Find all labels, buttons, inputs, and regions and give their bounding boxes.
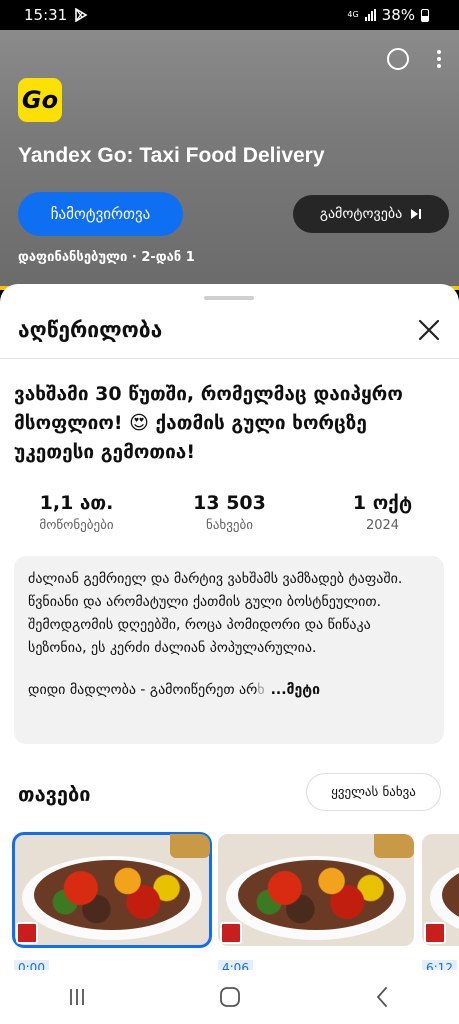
circle-icon[interactable] — [387, 48, 409, 70]
chapter-card[interactable]: 0:00 — [12, 832, 212, 979]
divider — [0, 358, 459, 359]
description-more-row: დიდი მადლობა - გამოიწერეთ არხ ...მეტი — [28, 682, 430, 698]
channel-badge-icon — [16, 922, 38, 944]
views-label: ნახვები — [206, 518, 253, 533]
views-stat: 13 503 ნახვები — [153, 492, 306, 533]
description-box[interactable]: ძალიან გემრიელ და მარტივ ვახშამს ვამზადე… — [14, 556, 444, 744]
install-button[interactable]: ჩამოტვირთვა — [18, 192, 183, 236]
close-icon[interactable] — [415, 316, 443, 344]
play-store-icon — [75, 8, 88, 22]
app-logo: Go — [18, 78, 62, 122]
status-indicators: 4G 38% — [347, 6, 429, 24]
likes-value: 1,1 ათ. — [39, 492, 114, 514]
more-link[interactable]: ...მეტი — [271, 682, 320, 698]
date-stat: 1 ოქტ 2024 — [306, 492, 459, 533]
skip-next-icon — [411, 209, 422, 219]
description-text: ძალიან გემრიელ და მარტივ ვახშამს ვამზადე… — [28, 571, 403, 656]
likes-stat: 1,1 ათ. მოწონებები — [0, 492, 153, 533]
video-stats: 1,1 ათ. მოწონებები 13 503 ნახვები 1 ოქტ … — [0, 492, 459, 533]
skip-ad-button[interactable]: გამოტოვება — [293, 195, 449, 233]
description-faded: ხ — [257, 682, 265, 698]
skip-label: გამოტოვება — [319, 206, 403, 222]
chapter-card[interactable]: 4:06 — [218, 834, 414, 979]
system-nav-bar — [0, 970, 459, 1024]
status-time: 15:31 — [24, 6, 68, 24]
channel-badge-icon — [220, 922, 242, 944]
sponsored-label: დაფინანსებული · 2-დან 1 — [18, 250, 195, 265]
channel-badge-icon — [424, 922, 446, 944]
date-value: 1 ოქტ — [352, 492, 413, 514]
video-player-ad[interactable]: Go Yandex Go: Taxi Food Delivery ჩამოტვი… — [0, 30, 459, 290]
battery-icon — [421, 8, 429, 22]
back-icon[interactable] — [371, 985, 395, 1009]
view-all-button[interactable]: ყველას ნახვა — [306, 773, 441, 811]
recent-apps-icon[interactable] — [65, 985, 89, 1009]
likes-label: მოწონებები — [39, 518, 114, 533]
chapters-title: თავები — [18, 782, 91, 806]
network-badge: 4G — [347, 10, 359, 19]
chapters-carousel[interactable]: 0:00 4:06 6:12 — [12, 832, 459, 979]
chapter-thumbnail[interactable] — [218, 834, 414, 946]
views-value: 13 503 — [193, 492, 266, 514]
status-bar: 15:31 4G 38% — [0, 0, 459, 30]
signal-icon — [364, 9, 376, 21]
sheet-title: აღწერილობა — [18, 318, 163, 342]
chapter-card[interactable]: 6:12 — [422, 834, 459, 979]
more-vert-icon[interactable] — [437, 50, 441, 68]
app-logo-text: Go — [21, 86, 59, 114]
chapter-thumbnail[interactable] — [12, 832, 212, 948]
battery-percent: 38% — [381, 6, 415, 24]
description-truncated: დიდი მადლობა - გამოიწერეთ არ — [28, 682, 258, 698]
chapter-thumbnail[interactable] — [422, 834, 459, 946]
description-sheet: აღწერილობა ვახშამი 30 წუთში, რომელმაც და… — [0, 284, 459, 979]
home-icon[interactable] — [218, 985, 242, 1009]
install-label: ჩამოტვირთვა — [50, 205, 151, 223]
video-title: ვახშამი 30 წუთში, რომელმაც დაიპყრო მსოფლ… — [14, 383, 403, 463]
view-all-label: ყველას ნახვა — [331, 784, 416, 800]
date-year: 2024 — [365, 518, 400, 533]
drag-handle[interactable] — [204, 296, 254, 300]
ad-app-title[interactable]: Yandex Go: Taxi Food Delivery — [18, 144, 325, 168]
